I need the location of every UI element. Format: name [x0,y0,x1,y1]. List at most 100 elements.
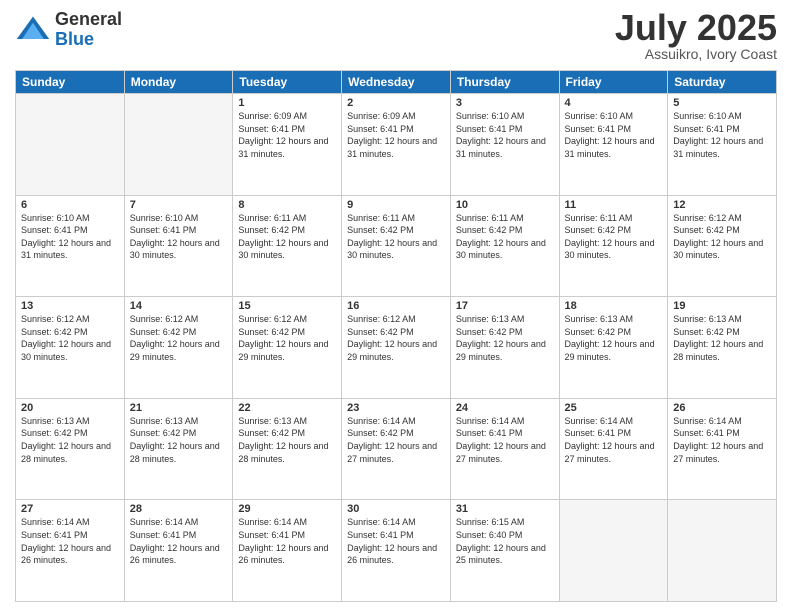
day-info: Sunrise: 6:10 AMSunset: 6:41 PMDaylight:… [565,110,663,160]
calendar-cell: 18Sunrise: 6:13 AMSunset: 6:42 PMDayligh… [559,297,668,399]
day-number: 17 [456,300,554,312]
col-saturday: Saturday [668,71,777,94]
day-info: Sunrise: 6:14 AMSunset: 6:41 PMDaylight:… [238,516,336,566]
day-number: 3 [456,97,554,109]
calendar-week-3: 20Sunrise: 6:13 AMSunset: 6:42 PMDayligh… [16,398,777,500]
calendar-cell: 30Sunrise: 6:14 AMSunset: 6:41 PMDayligh… [342,500,451,602]
calendar-week-0: 1Sunrise: 6:09 AMSunset: 6:41 PMDaylight… [16,94,777,196]
day-number: 2 [347,97,445,109]
calendar-cell: 28Sunrise: 6:14 AMSunset: 6:41 PMDayligh… [124,500,233,602]
day-number: 10 [456,199,554,211]
calendar-cell: 23Sunrise: 6:14 AMSunset: 6:42 PMDayligh… [342,398,451,500]
day-info: Sunrise: 6:11 AMSunset: 6:42 PMDaylight:… [347,212,445,262]
day-info: Sunrise: 6:13 AMSunset: 6:42 PMDaylight:… [673,313,771,363]
calendar-cell: 6Sunrise: 6:10 AMSunset: 6:41 PMDaylight… [16,195,125,297]
calendar-cell: 5Sunrise: 6:10 AMSunset: 6:41 PMDaylight… [668,94,777,196]
calendar-cell: 31Sunrise: 6:15 AMSunset: 6:40 PMDayligh… [450,500,559,602]
calendar-cell: 17Sunrise: 6:13 AMSunset: 6:42 PMDayligh… [450,297,559,399]
calendar-cell: 4Sunrise: 6:10 AMSunset: 6:41 PMDaylight… [559,94,668,196]
day-info: Sunrise: 6:12 AMSunset: 6:42 PMDaylight:… [238,313,336,363]
day-info: Sunrise: 6:14 AMSunset: 6:41 PMDaylight:… [347,516,445,566]
day-info: Sunrise: 6:10 AMSunset: 6:41 PMDaylight:… [456,110,554,160]
day-number: 29 [238,503,336,515]
day-info: Sunrise: 6:13 AMSunset: 6:42 PMDaylight:… [456,313,554,363]
calendar-cell: 13Sunrise: 6:12 AMSunset: 6:42 PMDayligh… [16,297,125,399]
day-info: Sunrise: 6:12 AMSunset: 6:42 PMDaylight:… [130,313,228,363]
day-number: 22 [238,402,336,414]
col-sunday: Sunday [16,71,125,94]
col-tuesday: Tuesday [233,71,342,94]
day-number: 28 [130,503,228,515]
col-friday: Friday [559,71,668,94]
calendar-header-row: Sunday Monday Tuesday Wednesday Thursday… [16,71,777,94]
day-number: 8 [238,199,336,211]
day-number: 21 [130,402,228,414]
day-info: Sunrise: 6:13 AMSunset: 6:42 PMDaylight:… [21,415,119,465]
day-info: Sunrise: 6:10 AMSunset: 6:41 PMDaylight:… [130,212,228,262]
calendar-cell: 7Sunrise: 6:10 AMSunset: 6:41 PMDaylight… [124,195,233,297]
day-info: Sunrise: 6:11 AMSunset: 6:42 PMDaylight:… [456,212,554,262]
calendar-cell: 15Sunrise: 6:12 AMSunset: 6:42 PMDayligh… [233,297,342,399]
day-number: 25 [565,402,663,414]
calendar-cell: 14Sunrise: 6:12 AMSunset: 6:42 PMDayligh… [124,297,233,399]
day-number: 26 [673,402,771,414]
calendar-cell: 19Sunrise: 6:13 AMSunset: 6:42 PMDayligh… [668,297,777,399]
day-info: Sunrise: 6:13 AMSunset: 6:42 PMDaylight:… [565,313,663,363]
calendar-cell: 20Sunrise: 6:13 AMSunset: 6:42 PMDayligh… [16,398,125,500]
calendar-cell [16,94,125,196]
day-number: 18 [565,300,663,312]
day-number: 1 [238,97,336,109]
calendar-cell: 10Sunrise: 6:11 AMSunset: 6:42 PMDayligh… [450,195,559,297]
day-info: Sunrise: 6:14 AMSunset: 6:42 PMDaylight:… [347,415,445,465]
day-number: 15 [238,300,336,312]
day-info: Sunrise: 6:11 AMSunset: 6:42 PMDaylight:… [565,212,663,262]
calendar-cell: 16Sunrise: 6:12 AMSunset: 6:42 PMDayligh… [342,297,451,399]
calendar-cell: 1Sunrise: 6:09 AMSunset: 6:41 PMDaylight… [233,94,342,196]
location-subtitle: Assuikro, Ivory Coast [615,46,777,62]
calendar-cell: 9Sunrise: 6:11 AMSunset: 6:42 PMDaylight… [342,195,451,297]
calendar-cell: 22Sunrise: 6:13 AMSunset: 6:42 PMDayligh… [233,398,342,500]
calendar-cell: 12Sunrise: 6:12 AMSunset: 6:42 PMDayligh… [668,195,777,297]
calendar-cell: 3Sunrise: 6:10 AMSunset: 6:41 PMDaylight… [450,94,559,196]
logo-text: General Blue [55,10,122,50]
day-info: Sunrise: 6:14 AMSunset: 6:41 PMDaylight:… [673,415,771,465]
day-info: Sunrise: 6:14 AMSunset: 6:41 PMDaylight:… [456,415,554,465]
day-number: 4 [565,97,663,109]
day-number: 30 [347,503,445,515]
calendar-cell [124,94,233,196]
calendar-cell: 25Sunrise: 6:14 AMSunset: 6:41 PMDayligh… [559,398,668,500]
day-info: Sunrise: 6:15 AMSunset: 6:40 PMDaylight:… [456,516,554,566]
title-block: July 2025 Assuikro, Ivory Coast [615,10,777,62]
day-info: Sunrise: 6:13 AMSunset: 6:42 PMDaylight:… [130,415,228,465]
calendar-week-2: 13Sunrise: 6:12 AMSunset: 6:42 PMDayligh… [16,297,777,399]
logo-general-text: General [55,10,122,30]
month-title: July 2025 [615,10,777,46]
col-wednesday: Wednesday [342,71,451,94]
day-number: 11 [565,199,663,211]
day-info: Sunrise: 6:09 AMSunset: 6:41 PMDaylight:… [238,110,336,160]
day-number: 19 [673,300,771,312]
day-info: Sunrise: 6:13 AMSunset: 6:42 PMDaylight:… [238,415,336,465]
day-info: Sunrise: 6:12 AMSunset: 6:42 PMDaylight:… [673,212,771,262]
day-info: Sunrise: 6:09 AMSunset: 6:41 PMDaylight:… [347,110,445,160]
logo: General Blue [15,10,122,50]
calendar-cell: 24Sunrise: 6:14 AMSunset: 6:41 PMDayligh… [450,398,559,500]
calendar-cell: 21Sunrise: 6:13 AMSunset: 6:42 PMDayligh… [124,398,233,500]
day-info: Sunrise: 6:12 AMSunset: 6:42 PMDaylight:… [21,313,119,363]
day-number: 23 [347,402,445,414]
calendar-week-1: 6Sunrise: 6:10 AMSunset: 6:41 PMDaylight… [16,195,777,297]
day-number: 9 [347,199,445,211]
calendar-cell: 27Sunrise: 6:14 AMSunset: 6:41 PMDayligh… [16,500,125,602]
calendar-week-4: 27Sunrise: 6:14 AMSunset: 6:41 PMDayligh… [16,500,777,602]
calendar-cell: 8Sunrise: 6:11 AMSunset: 6:42 PMDaylight… [233,195,342,297]
logo-icon [15,12,51,48]
day-info: Sunrise: 6:10 AMSunset: 6:41 PMDaylight:… [673,110,771,160]
day-number: 27 [21,503,119,515]
day-info: Sunrise: 6:11 AMSunset: 6:42 PMDaylight:… [238,212,336,262]
day-info: Sunrise: 6:14 AMSunset: 6:41 PMDaylight:… [565,415,663,465]
day-number: 20 [21,402,119,414]
day-info: Sunrise: 6:14 AMSunset: 6:41 PMDaylight:… [21,516,119,566]
day-number: 31 [456,503,554,515]
calendar-cell: 26Sunrise: 6:14 AMSunset: 6:41 PMDayligh… [668,398,777,500]
day-info: Sunrise: 6:14 AMSunset: 6:41 PMDaylight:… [130,516,228,566]
